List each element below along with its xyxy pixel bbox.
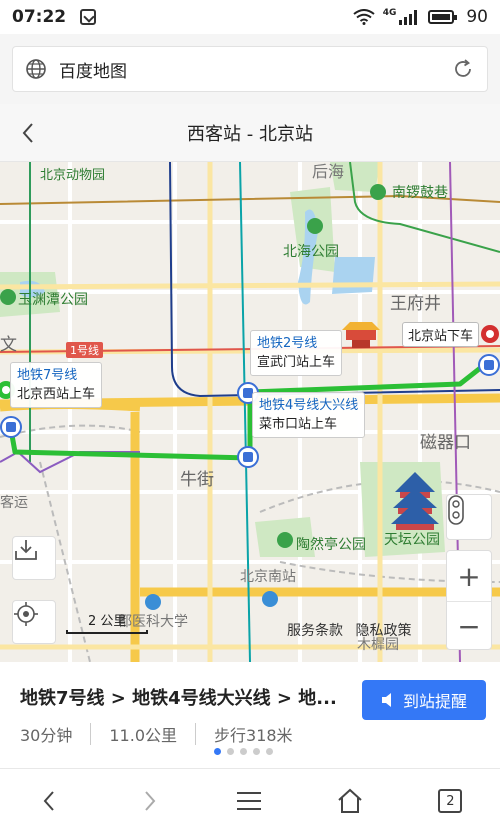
callout-beijingxi[interactable]: 地铁7号线 北京西站上车 bbox=[10, 362, 103, 408]
callout-line: 地铁7号线 bbox=[17, 368, 78, 383]
privacy-link[interactable]: 隐私政策 bbox=[355, 623, 411, 639]
map-canvas bbox=[0, 162, 500, 662]
callout-station: 北京西站上车 bbox=[17, 387, 96, 402]
network-type: 4G bbox=[382, 8, 397, 18]
route-distance: 11.0公里 bbox=[109, 726, 178, 745]
battery-icon bbox=[428, 10, 458, 24]
map-label-beijingnan: 北京南站 bbox=[240, 569, 296, 585]
map-label-zoo: 北京动物园 bbox=[40, 168, 106, 183]
globe-icon bbox=[26, 59, 46, 79]
callout-station: 宣武门站上车 bbox=[257, 355, 336, 370]
back-icon[interactable] bbox=[38, 789, 62, 813]
arrival-reminder-button[interactable]: 到站提醒 bbox=[362, 680, 486, 720]
map-label-keyun: 客运 bbox=[0, 495, 28, 511]
map-label-yuyuantan: 玉渊潭公园 bbox=[18, 292, 88, 308]
browser-nav-bar: 2 bbox=[0, 768, 500, 833]
battery-level: 90 bbox=[466, 7, 488, 27]
terms-link[interactable]: 服务条款 bbox=[287, 623, 343, 639]
route-name: 地铁7号线 > 地铁4号线大兴线 > 地... bbox=[20, 688, 337, 709]
callout-line: 地铁4号线大兴线 bbox=[259, 398, 359, 413]
map-label-niujie: 牛街 bbox=[180, 470, 214, 490]
status-bar: 07:22 4G 90 bbox=[0, 0, 500, 34]
page-dot[interactable] bbox=[253, 748, 260, 755]
address-bar-area: 百度地图 bbox=[0, 34, 500, 104]
callout-station: 菜市口站上车 bbox=[259, 417, 338, 432]
back-arrow-icon[interactable] bbox=[16, 120, 42, 146]
map-label-taoranting: 陶然亭公园 bbox=[296, 537, 366, 553]
speaker-icon bbox=[381, 693, 391, 707]
zoom-control: + − bbox=[446, 550, 492, 650]
page-indicator bbox=[214, 748, 273, 755]
page-dot[interactable] bbox=[214, 748, 221, 755]
metro-station-marker-beijingxi[interactable] bbox=[0, 416, 22, 438]
callout-caishikou[interactable]: 地铁4号线大兴线 菜市口站上车 bbox=[252, 392, 366, 438]
address-bar[interactable]: 百度地图 bbox=[12, 46, 488, 92]
zoom-in-button[interactable]: + bbox=[447, 551, 491, 601]
scale-bar bbox=[66, 630, 148, 634]
callout-line: 地铁2号线 bbox=[257, 336, 318, 351]
page-dot[interactable] bbox=[240, 748, 247, 755]
callout-beijingzhan[interactable]: 北京站下车 bbox=[402, 322, 480, 347]
layers-button[interactable] bbox=[446, 494, 492, 540]
map-label-nanluoguxiang: 南锣鼓巷 bbox=[392, 185, 448, 201]
map-label-wen: 文 bbox=[0, 335, 17, 355]
page-dot[interactable] bbox=[266, 748, 273, 755]
status-right: 4G 90 bbox=[353, 7, 488, 27]
map-label-wangfujing: 王府井 bbox=[390, 294, 441, 314]
map-label-ciqikou: 磁器口 bbox=[420, 433, 471, 453]
route-meta: 30分钟 11.0公里 步行318米 bbox=[20, 722, 293, 746]
wifi-icon bbox=[353, 9, 375, 25]
download-map-button[interactable] bbox=[12, 536, 56, 580]
zoom-out-button[interactable]: − bbox=[447, 601, 491, 651]
forward-icon[interactable] bbox=[137, 789, 161, 813]
map-label-beihai: 北海公园 bbox=[283, 244, 339, 260]
route-map[interactable]: 北京动物园 后海 南锣鼓巷 北海公园 玉渊潭公园 王府井 文 1号线 牛街 磁器… bbox=[0, 162, 500, 662]
locate-button[interactable] bbox=[12, 600, 56, 644]
metro-station-marker-beijingzhan[interactable] bbox=[478, 354, 500, 376]
refresh-icon[interactable] bbox=[451, 57, 475, 81]
map-label-line1: 1号线 bbox=[66, 342, 103, 358]
route-info-panel[interactable]: 地铁7号线 > 地铁4号线大兴线 > 地... 到站提醒 30分钟 11.0公里… bbox=[0, 662, 500, 768]
map-label-tiantan: 天坛公园 bbox=[384, 532, 440, 548]
map-scale: 2 公里 bbox=[66, 610, 148, 634]
meta-divider bbox=[90, 723, 92, 745]
metro-station-marker-caishikou[interactable] bbox=[237, 446, 259, 468]
map-terms: 服务条款 隐私政策 bbox=[287, 620, 411, 640]
shield-icon bbox=[80, 9, 97, 25]
map-label-houhai: 后海 bbox=[312, 162, 345, 181]
route-duration: 30分钟 bbox=[20, 726, 73, 745]
route-title: 西客站 - 北京站 bbox=[187, 123, 313, 145]
locate-icon bbox=[14, 602, 38, 626]
callout-xuanwumen[interactable]: 地铁2号线 宣武门站上车 bbox=[250, 330, 343, 376]
menu-icon[interactable] bbox=[236, 790, 262, 812]
tabs-button[interactable]: 2 bbox=[438, 789, 463, 813]
route-walk: 步行318米 bbox=[214, 726, 293, 745]
signal-icon bbox=[399, 10, 418, 25]
page-dot[interactable] bbox=[227, 748, 234, 755]
traffic-light-icon bbox=[448, 495, 464, 525]
route-header: 西客站 - 北京站 bbox=[0, 104, 500, 162]
download-icon bbox=[15, 540, 37, 560]
scale-label: 2 公里 bbox=[88, 614, 127, 629]
reminder-label: 到站提醒 bbox=[402, 692, 467, 711]
home-icon[interactable] bbox=[337, 788, 363, 814]
meta-divider bbox=[195, 723, 197, 745]
page-title: 百度地图 bbox=[59, 61, 127, 82]
status-time: 07:22 bbox=[12, 7, 67, 27]
